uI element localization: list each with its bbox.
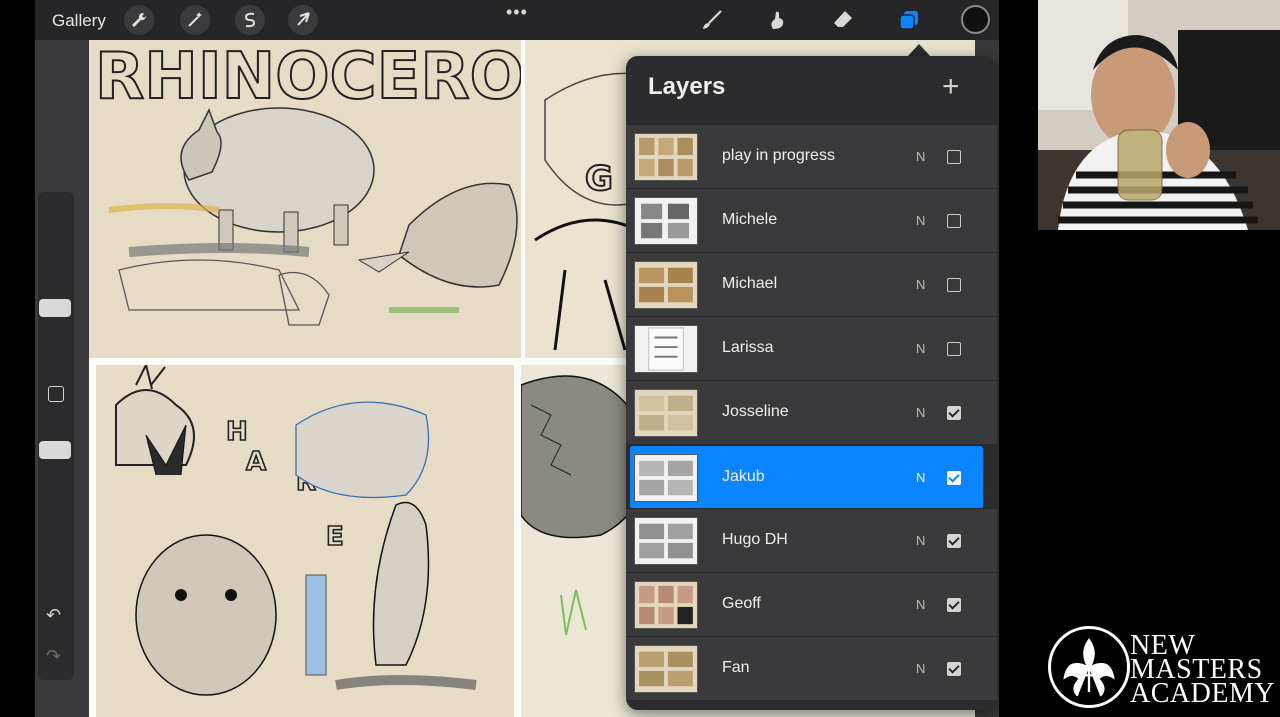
layer-row[interactable]: Michael N [626,252,997,316]
more-menu-dots[interactable]: ••• [506,2,528,23]
blend-mode[interactable]: N [916,597,925,612]
svg-text:G: G [585,159,613,199]
layer-visibility-checkbox[interactable] [947,278,961,292]
color-picker-button[interactable] [961,5,990,34]
layer-row[interactable]: Larissa N [626,316,997,380]
eraser-button[interactable] [828,5,858,35]
layer-name: Michele [722,211,778,228]
undo-button[interactable]: ↶ [46,605,61,626]
layer-visibility-checkbox[interactable] [947,342,961,356]
wrench-icon [132,12,147,27]
brush-size-slider[interactable] [39,299,71,317]
layer-thumbnail [634,517,698,565]
eraser-icon [834,11,852,27]
layer-thumbnail [634,645,698,693]
selection-icon [244,12,256,28]
layer-visibility-checkbox[interactable] [947,662,961,676]
layers-panel: Layers + play in progress N Michele N Mi… [626,56,997,710]
layer-thumbnail [634,133,698,181]
logo-wordmark: NEW MASTERS ACADEMY [1130,632,1276,709]
magic-wand-icon [188,12,202,27]
layer-name: play in progress [722,147,835,164]
redo-button[interactable]: ↷ [46,646,61,667]
blend-mode[interactable]: N [916,661,925,676]
layer-row[interactable]: Josseline N [626,380,997,444]
logo-line-3: ACADEMY [1130,678,1276,709]
layers-title: Layers [648,73,726,100]
modify-button[interactable] [48,386,64,402]
layer-thumbnail [634,261,698,309]
layers-icon [899,11,918,30]
layer-row[interactable]: Geoff N [626,572,997,636]
blend-mode[interactable]: N [916,277,925,292]
actions-button[interactable] [124,5,154,35]
layer-thumbnail [634,454,698,502]
rhino-sketch: RHINOCEROS [89,40,521,358]
layer-visibility-checkbox[interactable] [947,214,961,228]
transform-button[interactable] [288,5,318,35]
rhinoceros-lettering: RHINOCEROS [95,40,521,114]
smudge-icon [771,11,784,29]
add-layer-button[interactable]: + [942,72,960,102]
layer-visibility-checkbox[interactable] [947,471,961,485]
smudge-button[interactable] [762,5,792,35]
layer-name: Michael [722,275,778,292]
layer-thumbnail [634,325,698,373]
hare-letter-a: A [246,447,266,477]
blend-mode[interactable]: N [916,213,925,228]
fleur-de-lis-icon [1048,626,1130,708]
layer-visibility-checkbox[interactable] [947,534,961,548]
layer-row[interactable]: play in progress N [626,124,997,188]
new-masters-academy-logo: NEW MASTERS ACADEMY [1048,626,1276,709]
top-toolbar: Gallery ••• [35,0,999,40]
blend-mode[interactable]: N [916,470,925,485]
hare-letter-e: E [326,522,344,552]
blend-mode[interactable]: N [916,341,925,356]
webcam-video [1038,0,1280,230]
layer-thumbnail [634,197,698,245]
left-sidebar: ↶ ↷ [38,192,74,680]
layer-row[interactable]: Hugo DH N [626,508,997,572]
brush-button[interactable] [697,5,727,35]
layer-name: Josseline [722,403,789,420]
layer-name: Larissa [722,339,774,356]
layers-button[interactable] [894,5,924,35]
layer-row[interactable]: Fan N [626,636,997,700]
adjustments-button[interactable] [180,5,210,35]
layer-name: Jakub [722,468,765,485]
layer-name: Hugo DH [722,531,788,548]
layer-visibility-checkbox[interactable] [947,406,961,420]
blend-mode[interactable]: N [916,149,925,164]
layer-row[interactable]: Michele N [626,188,997,252]
arrow-cursor-icon [297,12,310,26]
layer-row-selected[interactable]: Jakub N [630,445,983,509]
layer-thumbnail [634,581,698,629]
selection-button[interactable] [235,5,265,35]
hare-sketch: H A R E [96,365,514,717]
layer-name: Geoff [722,595,761,612]
blend-mode[interactable]: N [916,533,925,548]
screen: RHINOCEROS [0,0,1280,717]
layer-name: Fan [722,659,750,676]
hare-letter-h: H [226,417,248,447]
layer-visibility-checkbox[interactable] [947,598,961,612]
layer-thumbnail [634,389,698,437]
blend-mode[interactable]: N [916,405,925,420]
gallery-button[interactable]: Gallery [52,11,106,31]
layer-visibility-checkbox[interactable] [947,150,961,164]
procreate-app: RHINOCEROS [35,0,999,717]
opacity-slider[interactable] [39,441,71,459]
brush-icon [703,10,722,29]
